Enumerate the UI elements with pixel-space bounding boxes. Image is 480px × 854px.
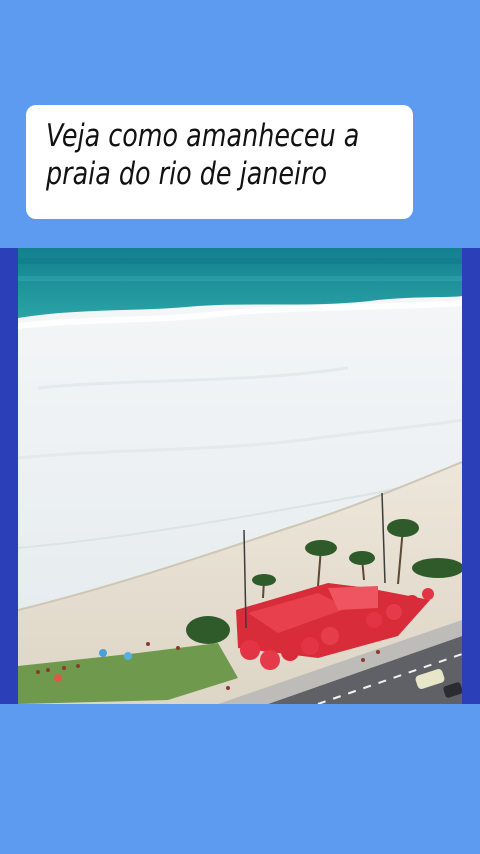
caption-box: Veja como amanheceu a praia do rio de ja… — [26, 105, 413, 219]
caption-line-2: praia do rio de janeiro — [46, 156, 328, 192]
beach-photo[interactable] — [18, 248, 462, 704]
video-frame — [0, 248, 480, 704]
beach-scene — [18, 248, 462, 704]
caption-line-1: Veja como amanheceu a — [46, 118, 360, 154]
